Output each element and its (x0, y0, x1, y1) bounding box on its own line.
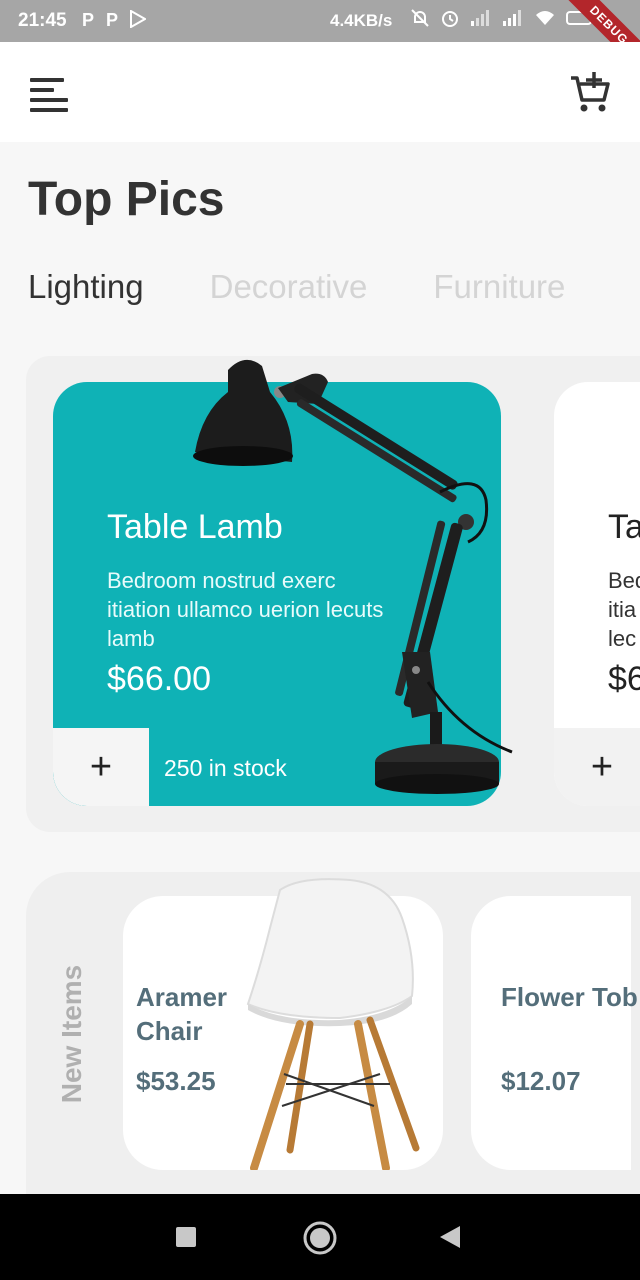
add-to-cart-button[interactable]: + (554, 728, 640, 806)
system-status-icons (410, 8, 596, 28)
menu-icon (30, 78, 64, 82)
product-card[interactable]: Ta Bed itia lec $6 + (554, 382, 640, 806)
app-bar (0, 42, 640, 142)
network-speed: 4.4KB/s (330, 11, 393, 30)
signal-icon (471, 10, 489, 26)
status-time: 21:45 (18, 10, 67, 31)
product-description: Bed itia lec (608, 568, 640, 651)
status-bar: 21:45 P P 4.4KB/s DEBUG (0, 0, 640, 42)
play-store-icon (130, 10, 147, 28)
menu-icon (30, 108, 68, 112)
product-name: Ta (608, 508, 640, 546)
tab-furniture[interactable]: Furniture (433, 268, 565, 306)
table-lamp-image (193, 359, 513, 794)
new-items-label: New Items (56, 964, 87, 1104)
menu-icon (30, 88, 54, 92)
item-price: $12.07 (501, 1066, 581, 1096)
mute-icon (411, 9, 429, 27)
tab-decorative[interactable]: Decorative (210, 268, 368, 306)
recents-icon[interactable] (175, 1226, 197, 1248)
wifi-icon (536, 11, 554, 25)
signal-icon (503, 10, 521, 26)
parking-app-icon: P (106, 10, 119, 30)
chair-image (246, 878, 420, 1170)
add-to-cart-icon[interactable] (568, 70, 612, 114)
new-item-card[interactable]: Flower Tob $12.07 (471, 896, 638, 1170)
parking-app-icon: P (82, 10, 95, 30)
menu-icon (30, 98, 68, 102)
system-nav-bar (0, 1194, 640, 1280)
alarm-icon (442, 11, 458, 27)
tab-lighting[interactable]: Lighting (28, 268, 144, 306)
back-icon[interactable] (438, 1224, 462, 1250)
item-name: Flower Tob (501, 982, 638, 1012)
menu-button[interactable] (30, 78, 70, 112)
category-tabs: Lighting Decorative Furniture (28, 268, 631, 306)
product-price: $6 (608, 660, 640, 698)
add-to-cart-button[interactable]: + (53, 728, 149, 806)
item-price: $53.25 (136, 1066, 216, 1096)
page-title: Top Pics (28, 173, 225, 226)
home-icon[interactable] (302, 1220, 338, 1256)
notification-icons: P P (82, 10, 147, 31)
